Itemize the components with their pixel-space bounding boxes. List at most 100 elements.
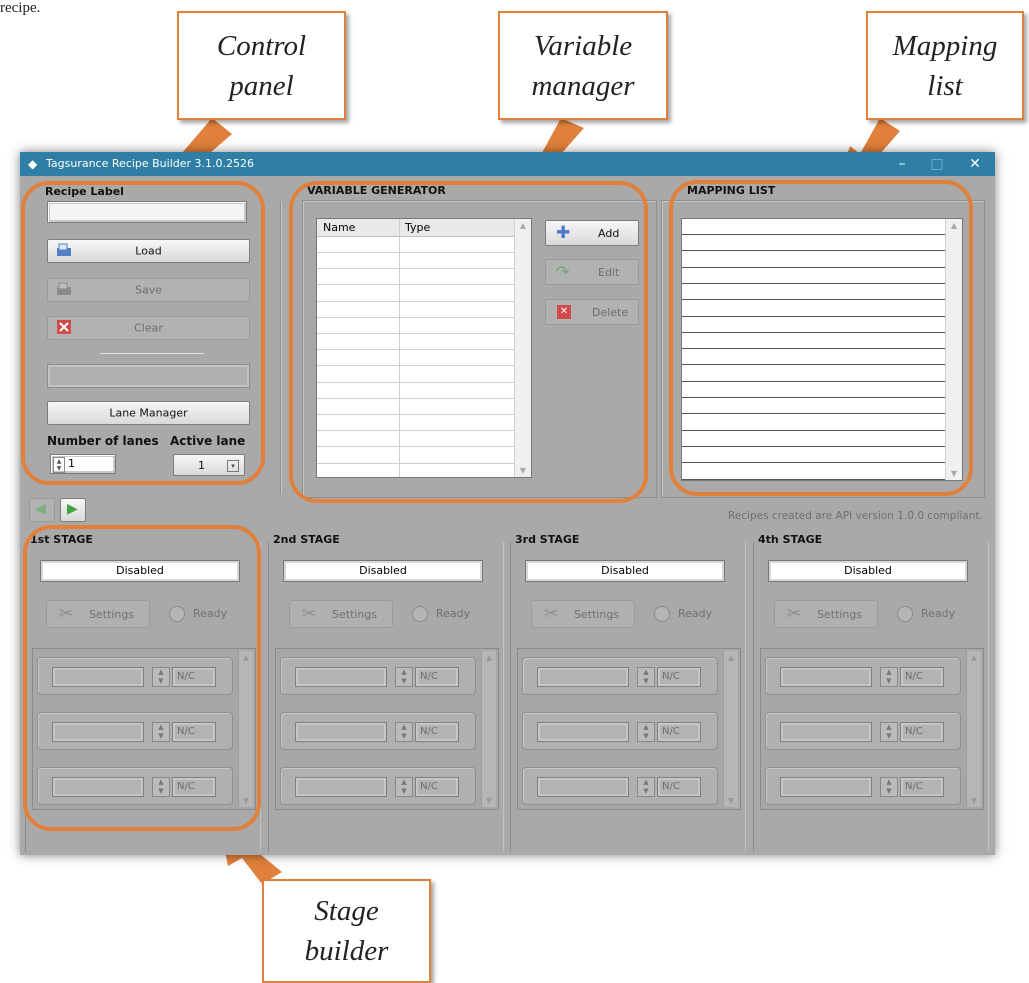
scroll-down-icon[interactable]: ▼ [482,796,496,805]
clear-button[interactable]: Clear [47,316,250,340]
scroll-down-icon[interactable]: ▼ [724,796,738,805]
scroll-up-icon[interactable]: ▲ [515,221,531,230]
slot-stepper-icon[interactable]: ▲ ▼ [395,722,413,742]
slot-stepper-icon[interactable]: ▲ ▼ [152,722,170,742]
slot-stepper-icon[interactable]: ▲ ▼ [880,667,898,687]
stage-slot[interactable]: ▲ ▼ N/C [280,712,476,750]
table-row[interactable] [317,349,517,367]
slot-stepper-icon[interactable]: ▲ ▼ [637,722,655,742]
list-item[interactable] [682,219,948,235]
column-header-name[interactable]: Name [323,221,355,234]
list-item[interactable] [682,235,948,252]
stage-slot-list[interactable]: ▲ ▼ N/C ▲ ▼ N/C ▲ ▼ N/C ▲ ▼ [760,648,984,810]
stage-status-field[interactable]: Disabled [525,560,725,582]
stage-slot[interactable]: ▲ ▼ N/C [765,767,961,805]
scroll-up-icon[interactable]: ▲ [967,653,981,662]
table-row[interactable] [317,382,517,399]
stage-status-field[interactable]: Disabled [283,560,483,582]
list-item[interactable] [682,382,948,398]
stage-settings-button[interactable]: ✂ Settings [774,600,878,628]
slot-stepper-icon[interactable]: ▲ ▼ [880,722,898,742]
slot-stepper-icon[interactable]: ▲ ▼ [637,667,655,687]
number-of-lanes-stepper[interactable]: ▲ ▼ 1 [50,454,116,474]
stage-status-field[interactable]: Disabled [40,560,240,582]
minimize-button[interactable]: – [882,152,922,176]
slot-variable-field[interactable] [52,777,144,797]
slot-stepper-icon[interactable]: ▲ ▼ [152,777,170,797]
slot-list-scrollbar[interactable]: ▲ ▼ [966,651,981,807]
edit-variable-button[interactable]: ↷ Edit [545,259,639,285]
table-row[interactable] [317,301,517,318]
table-row[interactable] [317,333,517,351]
next-stage-button[interactable]: ▶ [60,498,86,522]
stage-slot[interactable]: ▲ ▼ N/C [522,767,718,805]
table-row[interactable] [317,236,517,253]
list-item[interactable] [682,366,948,382]
slot-variable-field[interactable] [295,777,387,797]
scroll-up-icon[interactable]: ▲ [724,653,738,662]
stage-slot[interactable]: ▲ ▼ N/C [37,767,233,805]
table-row[interactable] [317,317,517,334]
stage-slot[interactable]: ▲ ▼ N/C [765,657,961,695]
stage-slot-list[interactable]: ▲ ▼ N/C ▲ ▼ N/C ▲ ▼ N/C ▲ ▼ [275,648,499,810]
close-button[interactable]: ✕ [955,152,995,176]
stage-ready-radio[interactable]: Ready [412,606,482,622]
table-row[interactable] [317,366,517,383]
table-row[interactable] [317,447,517,464]
list-item[interactable] [682,301,948,317]
delete-variable-button[interactable]: ✕ Delete [545,299,639,325]
title-bar[interactable]: ◆ Tagsurance Recipe Builder 3.1.0.2526 –… [20,152,995,176]
stage-slot[interactable]: ▲ ▼ N/C [765,712,961,750]
stage-ready-radio[interactable]: Ready [169,606,239,622]
list-item[interactable] [682,464,948,480]
scroll-down-icon[interactable]: ▼ [239,796,253,805]
load-button[interactable]: Load [47,239,250,263]
slot-stepper-icon[interactable]: ▲ ▼ [637,777,655,797]
stage-slot-list[interactable]: ▲ ▼ N/C ▲ ▼ N/C ▲ ▼ N/C ▲ ▼ [517,648,741,810]
previous-stage-button[interactable]: ◀ [29,498,55,522]
slot-list-scrollbar[interactable]: ▲ ▼ [238,651,253,807]
stage-slot[interactable]: ▲ ▼ N/C [522,712,718,750]
column-header-type[interactable]: Type [405,221,430,234]
slot-list-scrollbar[interactable]: ▲ ▼ [723,651,738,807]
stepper-arrows-icon[interactable]: ▲ ▼ [53,457,65,473]
stage-slot[interactable]: ▲ ▼ N/C [522,657,718,695]
lane-manager-button[interactable]: Lane Manager [47,401,250,425]
scroll-down-icon[interactable]: ▼ [515,466,531,475]
variable-table-scrollbar[interactable]: ▲ ▼ [514,219,531,477]
mapping-list-scrollbar[interactable]: ▲ ▼ [945,219,962,480]
slot-stepper-icon[interactable]: ▲ ▼ [395,777,413,797]
stage-slot[interactable]: ▲ ▼ N/C [280,657,476,695]
table-row[interactable] [317,268,517,286]
scroll-up-icon[interactable]: ▲ [482,653,496,662]
active-lane-dropdown[interactable]: 1 ▾ [173,454,245,476]
slot-list-scrollbar[interactable]: ▲ ▼ [481,651,496,807]
list-item[interactable] [682,415,948,431]
list-item[interactable] [682,431,948,447]
slot-stepper-icon[interactable]: ▲ ▼ [152,667,170,687]
list-item[interactable] [682,252,948,268]
save-button[interactable]: Save [47,278,250,302]
scroll-down-icon[interactable]: ▼ [967,796,981,805]
stage-slot[interactable]: ▲ ▼ N/C [280,767,476,805]
stage-slot[interactable]: ▲ ▼ N/C [37,712,233,750]
table-row[interactable] [317,252,517,270]
maximize-button[interactable]: □ [917,152,957,176]
mapping-list-table[interactable]: ▲ ▼ [681,218,963,481]
list-item[interactable] [682,317,948,333]
list-item[interactable] [682,268,948,284]
variable-table[interactable]: Name Type ▲ ▼ [316,218,532,478]
add-variable-button[interactable]: ✚ Add [545,220,639,246]
slot-variable-field[interactable] [52,722,144,742]
stage-status-field[interactable]: Disabled [768,560,968,582]
scroll-up-icon[interactable]: ▲ [239,653,253,662]
slot-stepper-icon[interactable]: ▲ ▼ [395,667,413,687]
list-item[interactable] [682,284,948,301]
table-row[interactable] [317,285,517,302]
list-item[interactable] [682,349,948,366]
list-item[interactable] [682,398,948,415]
list-item[interactable] [682,333,948,350]
recipe-label-input[interactable] [47,201,247,223]
slot-variable-field[interactable] [780,667,872,687]
scroll-down-icon[interactable]: ▼ [946,469,962,478]
